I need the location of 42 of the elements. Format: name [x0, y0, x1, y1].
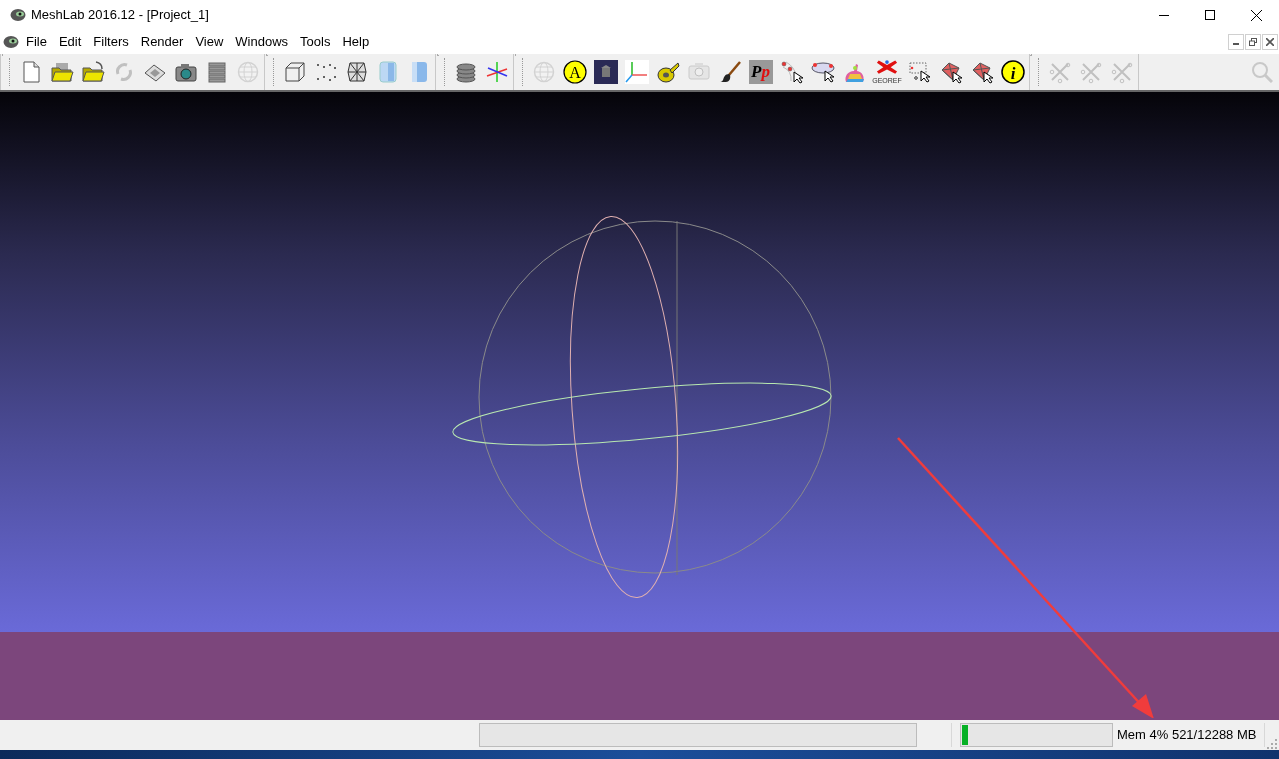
restore-button[interactable] [1245, 34, 1261, 50]
ellipse-select-icon[interactable] [811, 60, 835, 84]
triangle-select-icon[interactable] [939, 60, 963, 84]
maximize-icon [1205, 10, 1215, 20]
trackball-drawing[interactable] [452, 215, 832, 599]
window-title: MeshLab 2016.12 - [Project_1] [31, 6, 209, 25]
point-select-icon[interactable] [780, 60, 804, 84]
menu-item[interactable]: Tools [294, 32, 337, 52]
layer-stack-icon[interactable] [454, 60, 478, 84]
menu-item[interactable]: Filters [87, 32, 135, 52]
letter-circle-icon[interactable]: A [563, 60, 587, 84]
recent-folder-icon[interactable] [81, 60, 105, 84]
resize-grip-icon[interactable] [1267, 739, 1277, 749]
wireframe-icon[interactable] [345, 60, 369, 84]
open-folder-icon[interactable] [50, 60, 74, 84]
close-icon [1266, 38, 1274, 46]
axes-icon[interactable] [485, 60, 509, 84]
minimize-button[interactable] [1228, 34, 1244, 50]
app-logo-icon [10, 8, 26, 22]
menu-item[interactable]: Windows [229, 32, 295, 52]
restore-icon [1249, 38, 1257, 46]
tape-icon[interactable] [656, 60, 680, 84]
minimize-icon [1159, 14, 1169, 16]
app-logo-icon [3, 35, 19, 49]
menu-item[interactable]: Help [336, 32, 376, 52]
letters-tile-icon[interactable]: Pp [749, 60, 773, 84]
viewport-background[interactable] [0, 92, 1279, 632]
picture-tile-icon[interactable] [594, 60, 618, 84]
memory-reading: Mem 4% 521/12288 MB [1117, 726, 1257, 745]
menu-item[interactable]: View [189, 32, 230, 52]
close-button[interactable] [1262, 34, 1278, 50]
rect-select-icon[interactable] [908, 60, 932, 84]
close-icon [1250, 9, 1262, 21]
triangle-select-icon[interactable] [970, 60, 994, 84]
info-circle-icon[interactable]: i [1001, 60, 1025, 84]
layers-icon[interactable] [205, 60, 229, 84]
menu-item[interactable]: Render [134, 32, 190, 52]
menu-item[interactable]: Edit [52, 32, 88, 52]
bounding-box-icon[interactable] [283, 60, 307, 84]
axes-corner-icon[interactable] [625, 60, 649, 84]
menu-item[interactable]: File [20, 32, 53, 52]
minimize-icon [1233, 43, 1239, 45]
